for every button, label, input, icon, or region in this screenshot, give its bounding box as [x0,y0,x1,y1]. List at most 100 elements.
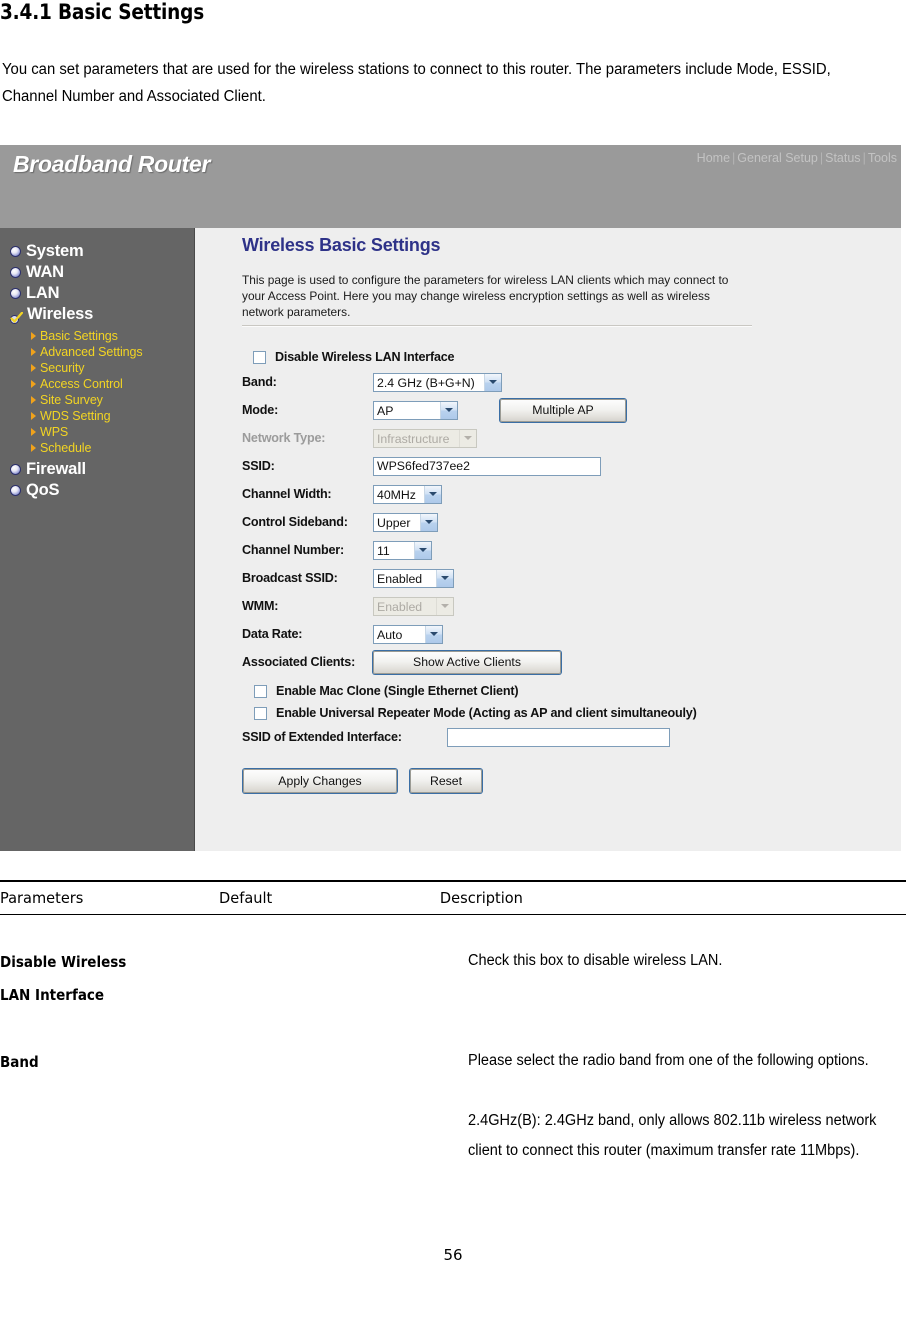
sidebar-item-wps[interactable]: WPS [10,424,194,440]
top-nav: Home | General Setup | Status | Tools [697,151,897,165]
broadcast-ssid-value: Enabled [377,571,423,586]
table-row: Disable Wireless LAN Interface Check thi… [0,915,906,1012]
broadcast-ssid-row: Broadcast SSID: Enabled [196,564,901,592]
broadcast-ssid-select[interactable]: Enabled [373,568,454,588]
sidebar-item-access-control[interactable]: Access Control [10,376,194,392]
sidebar-item-firewall[interactable]: Firewall [10,459,194,480]
ssid-extended-input[interactable] [447,727,670,747]
row-parameter-name: Disable Wireless LAN Interface [0,946,210,1012]
channel-number-value: 11 [377,543,390,558]
bullet-icon [10,485,21,496]
channel-number-row: Channel Number: 11 [196,536,901,564]
triangle-icon [31,380,36,388]
data-rate-select[interactable]: Auto [373,624,443,644]
content-title: Wireless Basic Settings [242,235,441,255]
column-header-default: Default [219,889,273,907]
wireless-basic-settings-form: Disable Wireless LAN Interface Band: 2.4… [196,346,901,793]
row-description: Please select the radio band from one of… [468,1046,884,1166]
wmm-label: WMM: [242,599,279,613]
bullet-icon [10,464,21,475]
triangle-icon [31,348,36,356]
row-description-text: Please select the radio band from one of… [468,1052,869,1069]
sidebar-item-schedule[interactable]: Schedule [10,440,194,456]
sidebar-item-label: Schedule [40,441,92,455]
chevron-down-icon [484,373,501,391]
multiple-ap-button[interactable]: Multiple AP [500,398,626,422]
band-select[interactable]: 2.4 GHz (B+G+N) [373,372,502,392]
control-sideband-label: Control Sideband: [242,515,348,529]
chevron-down-icon [425,625,442,643]
nav-separator-3: | [862,151,866,165]
control-sideband-row: Control Sideband: Upper [196,508,901,536]
wmm-value: Enabled [377,599,423,614]
sidebar-item-security[interactable]: Security [10,360,194,376]
apply-changes-button[interactable]: Apply Changes [243,769,397,793]
sidebar-item-system[interactable]: System [10,241,194,262]
nav-link-general-setup[interactable]: General Setup [737,151,818,165]
chevron-down-icon [436,597,453,615]
channel-width-row: Channel Width: 40MHz [196,480,901,508]
chevron-down-icon [436,569,453,587]
mac-clone-label: Enable Mac Clone (Single Ethernet Client… [276,684,519,698]
band-label: Band: [242,375,277,389]
sidebar-item-label: Site Survey [40,393,103,407]
triangle-icon [31,364,36,372]
sidebar-item-wan[interactable]: WAN [10,262,194,283]
channel-width-select[interactable]: 40MHz [373,484,442,504]
channel-width-value: 40MHz [377,487,416,502]
router-web-ui: Broadband Router Home | General Setup | Stat… [0,145,901,851]
mode-value: AP [377,403,394,418]
bullet-icon [10,246,21,257]
chevron-down-icon [440,401,457,419]
disable-wireless-lan-row: Disable Wireless LAN Interface [196,346,901,368]
nav-link-status[interactable]: Status [825,151,860,165]
brand-title: Broadband Router [13,151,211,177]
bullet-icon [10,267,21,278]
ssid-row: SSID: WPS6fed737ee2 [196,452,901,480]
triangle-icon [31,412,36,420]
network-type-label: Network Type: [242,431,326,445]
mac-clone-checkbox[interactable] [254,684,267,698]
reset-button[interactable]: Reset [410,769,482,793]
row-parameter-line1: Disable Wireless [0,953,127,971]
nav-link-tools[interactable]: Tools [868,151,897,165]
ssid-label: SSID: [242,459,275,473]
sidebar-item-label: LAN [26,284,60,302]
sidebar-item-wireless[interactable]: Wireless [10,304,194,325]
sidebar-item-label: Security [40,361,85,375]
band-value: 2.4 GHz (B+G+N) [377,375,475,390]
sidebar-item-advanced-settings[interactable]: Advanced Settings [10,344,194,360]
control-sideband-value: Upper [377,515,411,530]
row-default-value [233,1046,468,1166]
disable-wireless-lan-checkbox[interactable] [253,350,266,364]
check-icon [10,310,24,324]
sidebar: System WAN LAN Wireless Basic Settings A… [0,228,195,851]
triangle-icon [31,444,36,452]
triangle-icon [31,332,36,340]
sidebar-item-wds-setting[interactable]: WDS Setting [10,408,194,424]
column-header-description: Description [439,889,523,907]
sidebar-item-basic-settings[interactable]: Basic Settings [10,328,194,344]
disable-wireless-lan-label: Disable Wireless LAN Interface [275,350,455,364]
sidebar-item-label: WPS [40,425,69,439]
network-type-value: Infrastructure [377,431,450,446]
data-rate-row: Data Rate: Auto [196,620,901,648]
sidebar-item-site-survey[interactable]: Site Survey [10,392,194,408]
universal-repeater-checkbox[interactable] [254,706,267,720]
control-sideband-select[interactable]: Upper [373,512,438,532]
sidebar-item-label: QoS [26,481,60,499]
mode-label: Mode: [242,403,279,417]
sidebar-item-qos[interactable]: QoS [10,480,194,501]
router-header: Broadband Router Home | General Setup | Stat… [0,145,901,228]
sidebar-item-lan[interactable]: LAN [10,283,194,304]
universal-repeater-label: Enable Universal Repeater Mode (Acting a… [276,706,697,720]
show-active-clients-button[interactable]: Show Active Clients [373,650,561,674]
mode-select[interactable]: AP [373,400,458,420]
ssid-input[interactable]: WPS6fed737ee2 [373,456,601,476]
channel-width-label: Channel Width: [242,487,332,501]
parameter-table: Parameters Default Description Disable W… [0,880,906,1166]
sidebar-item-label: WAN [26,263,64,281]
nav-link-home[interactable]: Home [697,151,730,165]
page-title: 3.4.1 Basic Settings [0,0,205,24]
channel-number-select[interactable]: 11 [373,540,432,560]
